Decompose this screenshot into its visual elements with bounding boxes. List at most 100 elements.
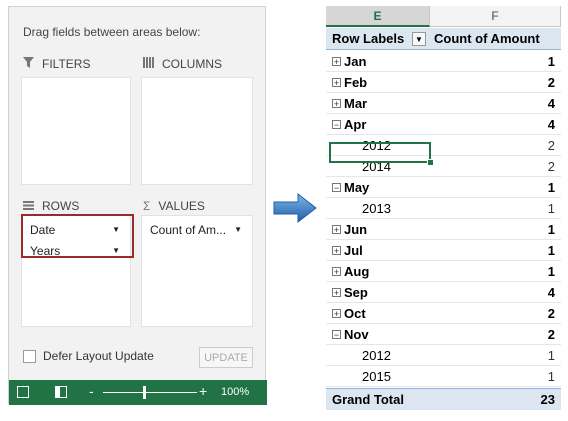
month-row[interactable]: − Apr 4 (326, 114, 561, 135)
row-value-cell[interactable]: 1 (430, 219, 561, 240)
row-labels-header[interactable]: Row Labels (332, 31, 404, 46)
field-label: Count of Am... (150, 222, 227, 237)
expand-icon[interactable]: + (332, 224, 341, 234)
row-label-text: Nov (344, 326, 369, 342)
row-label-text: Sep (344, 284, 368, 300)
fill-handle[interactable] (427, 159, 434, 166)
month-row[interactable]: + Jun 1 (326, 219, 561, 240)
row-label-cell[interactable]: − Nov (326, 324, 430, 345)
filters-drop-area[interactable] (21, 77, 131, 185)
filters-area-label: FILTERS (23, 57, 90, 71)
row-value-cell[interactable]: 1 (430, 261, 561, 282)
row-value-cell[interactable]: 2 (430, 135, 561, 156)
row-value-cell[interactable]: 2 (430, 324, 561, 345)
columns-area-label: COLUMNS (143, 57, 222, 71)
month-row[interactable]: + Jan 1 (326, 51, 561, 72)
row-label-cell[interactable]: + Feb (326, 72, 430, 93)
zoom-in-icon[interactable]: + (199, 383, 207, 399)
row-label-cell[interactable]: 2015 (326, 366, 430, 387)
row-label-text: 2013 (362, 200, 391, 216)
row-label-text: Mar (344, 95, 368, 111)
pivot-header-row: Row Labels ▼ Count of Amount (326, 28, 561, 50)
values-drop-area[interactable]: Count of Am... ▼ (141, 215, 253, 327)
row-value-cell[interactable]: 1 (430, 240, 561, 261)
values-area-label: Σ VALUES (143, 199, 205, 213)
chevron-down-icon[interactable]: ▼ (234, 225, 242, 234)
defer-layout-update[interactable]: Defer Layout Update (23, 349, 154, 363)
row-label-text: 2015 (362, 368, 391, 384)
month-row[interactable]: + Oct 2 (326, 303, 561, 324)
update-button[interactable]: UPDATE (199, 347, 253, 368)
month-row[interactable]: + Sep 4 (326, 282, 561, 303)
row-label-cell[interactable]: − Apr (326, 114, 430, 135)
expand-icon[interactable]: + (332, 56, 341, 66)
row-label-cell[interactable]: 2013 (326, 198, 430, 219)
count-of-amount-header[interactable]: Count of Amount (434, 31, 540, 46)
row-value-cell[interactable]: 1 (430, 366, 561, 387)
rows-label: ROWS (42, 199, 80, 213)
month-row[interactable]: − Nov 2 (326, 324, 561, 345)
row-label-cell[interactable]: 2012 (326, 345, 430, 366)
expand-icon[interactable]: + (332, 245, 341, 255)
row-label-text: Oct (344, 305, 366, 321)
month-row[interactable]: − May 1 (326, 177, 561, 198)
month-row[interactable]: + Mar 4 (326, 93, 561, 114)
pivot-field-list-pane: Drag fields between areas below: FILTERS… (8, 6, 267, 405)
row-value-cell[interactable]: 4 (430, 282, 561, 303)
row-label-text: Apr (344, 116, 367, 132)
row-label-cell[interactable]: + Jan (326, 51, 430, 72)
month-row[interactable]: + Jul 1 (326, 240, 561, 261)
row-label-cell[interactable]: + Jun (326, 219, 430, 240)
year-row[interactable]: 2015 1 (326, 366, 561, 387)
collapse-icon[interactable]: − (332, 119, 341, 129)
row-label-text: Feb (344, 74, 368, 90)
normal-view-icon[interactable] (17, 386, 29, 398)
expand-icon[interactable]: + (332, 287, 341, 297)
selected-cell[interactable] (329, 142, 431, 163)
expand-icon[interactable]: + (332, 77, 341, 87)
zoom-slider-thumb[interactable] (143, 386, 146, 399)
month-row[interactable]: + Aug 1 (326, 261, 561, 282)
row-label-cell[interactable]: − May (326, 177, 430, 198)
grand-total-row[interactable]: Grand Total 23 (326, 388, 561, 410)
row-value-cell[interactable]: 1 (430, 345, 561, 366)
zoom-slider-track[interactable] (103, 392, 197, 393)
row-value-cell[interactable]: 2 (430, 303, 561, 324)
collapse-icon[interactable]: − (332, 182, 341, 192)
row-label-cell[interactable]: + Aug (326, 261, 430, 282)
expand-icon[interactable]: + (332, 98, 341, 108)
row-value-cell[interactable]: 2 (430, 156, 561, 177)
row-label-cell[interactable]: + Sep (326, 282, 430, 303)
rows-area-label: ROWS (23, 199, 79, 213)
expand-icon[interactable]: + (332, 308, 341, 318)
row-value-cell[interactable]: 2 (430, 72, 561, 93)
row-label-text: May (344, 179, 370, 195)
zoom-out-icon[interactable]: - (89, 383, 94, 399)
values-field-count-of-amount[interactable]: Count of Am... ▼ (146, 220, 248, 239)
row-label-cell[interactable]: + Mar (326, 93, 430, 114)
row-value-cell[interactable]: 1 (430, 177, 561, 198)
row-value-cell[interactable]: 1 (430, 51, 561, 72)
page-layout-icon[interactable] (55, 386, 67, 398)
row-label-cell[interactable]: + Oct (326, 303, 430, 324)
column-header-e[interactable]: E (326, 6, 430, 27)
expand-icon[interactable]: + (332, 266, 341, 276)
zoom-level[interactable]: 100% (221, 386, 249, 398)
row-label-cell[interactable]: + Jul (326, 240, 430, 261)
year-row[interactable]: 2012 1 (326, 345, 561, 366)
month-row[interactable]: + Feb 2 (326, 72, 561, 93)
row-label-text: 2012 (362, 347, 391, 363)
defer-checkbox[interactable] (23, 349, 36, 363)
filter-dropdown-icon[interactable]: ▼ (412, 32, 426, 46)
grand-total-value: 23 (540, 392, 555, 407)
row-value-cell[interactable]: 4 (430, 114, 561, 135)
row-value-cell[interactable]: 1 (430, 198, 561, 219)
row-value-cell[interactable]: 4 (430, 93, 561, 114)
row-label-text: Aug (344, 263, 370, 279)
collapse-icon[interactable]: − (332, 329, 341, 339)
filter-icon (23, 57, 34, 71)
year-row[interactable]: 2013 1 (326, 198, 561, 219)
columns-drop-area[interactable] (141, 77, 253, 185)
grand-total-label: Grand Total (332, 392, 404, 407)
column-header-f[interactable]: F (430, 6, 561, 27)
